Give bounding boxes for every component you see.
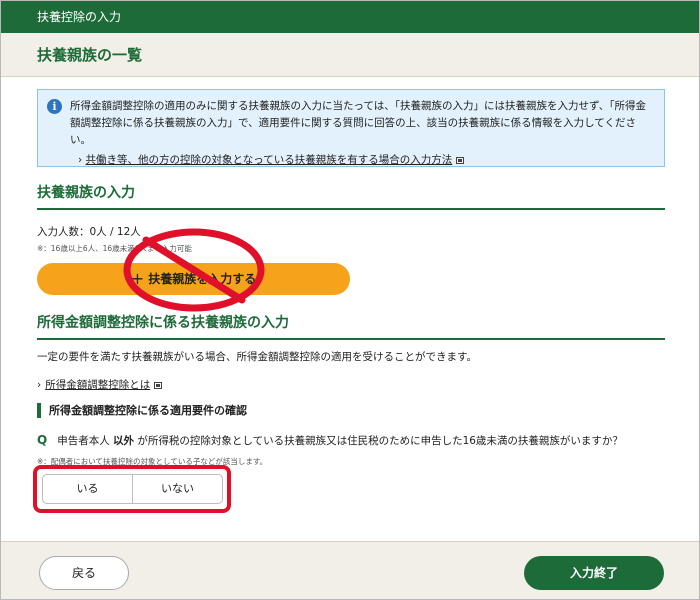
page-header: 扶養親族の一覧 <box>1 33 699 77</box>
answer-choice-group: いる いない <box>33 465 231 513</box>
requirement-question: Q 申告者本人 以外 が所得税の控除対象としている扶養親族又は住民税のために申告し… <box>37 433 623 448</box>
chevron-right-icon: › <box>78 154 83 166</box>
question-text-pre: 申告者本人 <box>57 435 110 447</box>
info-icon: i <box>47 99 62 114</box>
answer-no-button[interactable]: いない <box>132 474 223 504</box>
question-mark-label: Q <box>37 433 48 447</box>
plus-icon: + <box>130 269 145 288</box>
joint-income-help-link[interactable]: 共働き等、他の方の控除の対象となっている扶養親族を有する場合の入力方法 <box>86 154 453 166</box>
adjustment-heading-text: 所得金額調整控除に係る扶養親族の入力 <box>37 315 289 331</box>
chevron-right-icon: › <box>37 379 42 391</box>
adjustment-description: 一定の要件を満たす扶養親族がいる場合、所得金額調整控除の適用を受けることができま… <box>37 351 477 363</box>
adjustment-help-row: › 所得金額調整控除とは <box>37 377 163 392</box>
window-title: 扶養控除の入力 <box>37 10 122 24</box>
external-window-icon <box>154 381 163 389</box>
requirements-subheading: 所得金額調整控除に係る適用要件の確認 <box>37 403 247 418</box>
info-link-row: › 共働き等、他の方の控除の対象となっている扶養親族を有する場合の入力方法 <box>70 152 654 169</box>
adjustment-section-heading: 所得金額調整控除に係る扶養親族の入力 <box>37 312 665 340</box>
dependents-heading-text: 扶養親族の入力 <box>37 185 135 201</box>
window-title-bar: 扶養控除の入力 <box>1 1 699 33</box>
finish-input-button[interactable]: 入力終了 <box>524 556 664 590</box>
app-window: 扶養控除の入力 扶養親族の一覧 i 所得金額調整控除の適用のみに関する扶養親族の… <box>0 0 700 600</box>
page-title: 扶養親族の一覧 <box>37 46 143 64</box>
question-text-post: が所得税の控除対象としている扶養親族又は住民税のために申告した16歳未満の扶養親… <box>137 435 623 447</box>
footer-bar: 戻る 入力終了 <box>1 541 699 599</box>
dependents-section-heading: 扶養親族の入力 <box>37 182 665 210</box>
back-button[interactable]: 戻る <box>39 556 129 590</box>
answer-yes-button[interactable]: いる <box>42 474 133 504</box>
add-dependent-button[interactable]: + 扶養親族を入力する <box>37 263 350 295</box>
add-dependent-label: 扶養親族を入力する <box>148 272 257 286</box>
info-text: 所得金額調整控除の適用のみに関する扶養親族の入力に当たっては、「扶養親族の入力」… <box>70 100 647 146</box>
question-emphasis: 以外 <box>113 435 135 447</box>
adjustment-help-link[interactable]: 所得金額調整控除とは <box>45 379 150 391</box>
info-panel: i 所得金額調整控除の適用のみに関する扶養親族の入力に当たっては、「扶養親族の入… <box>37 89 665 167</box>
dependents-count-note: ※：16歳以上6人、16歳未満6人まで入力可能 <box>37 244 192 253</box>
external-window-icon <box>456 156 465 164</box>
dependents-count: 入力人数：0人 / 12人 <box>37 226 141 238</box>
